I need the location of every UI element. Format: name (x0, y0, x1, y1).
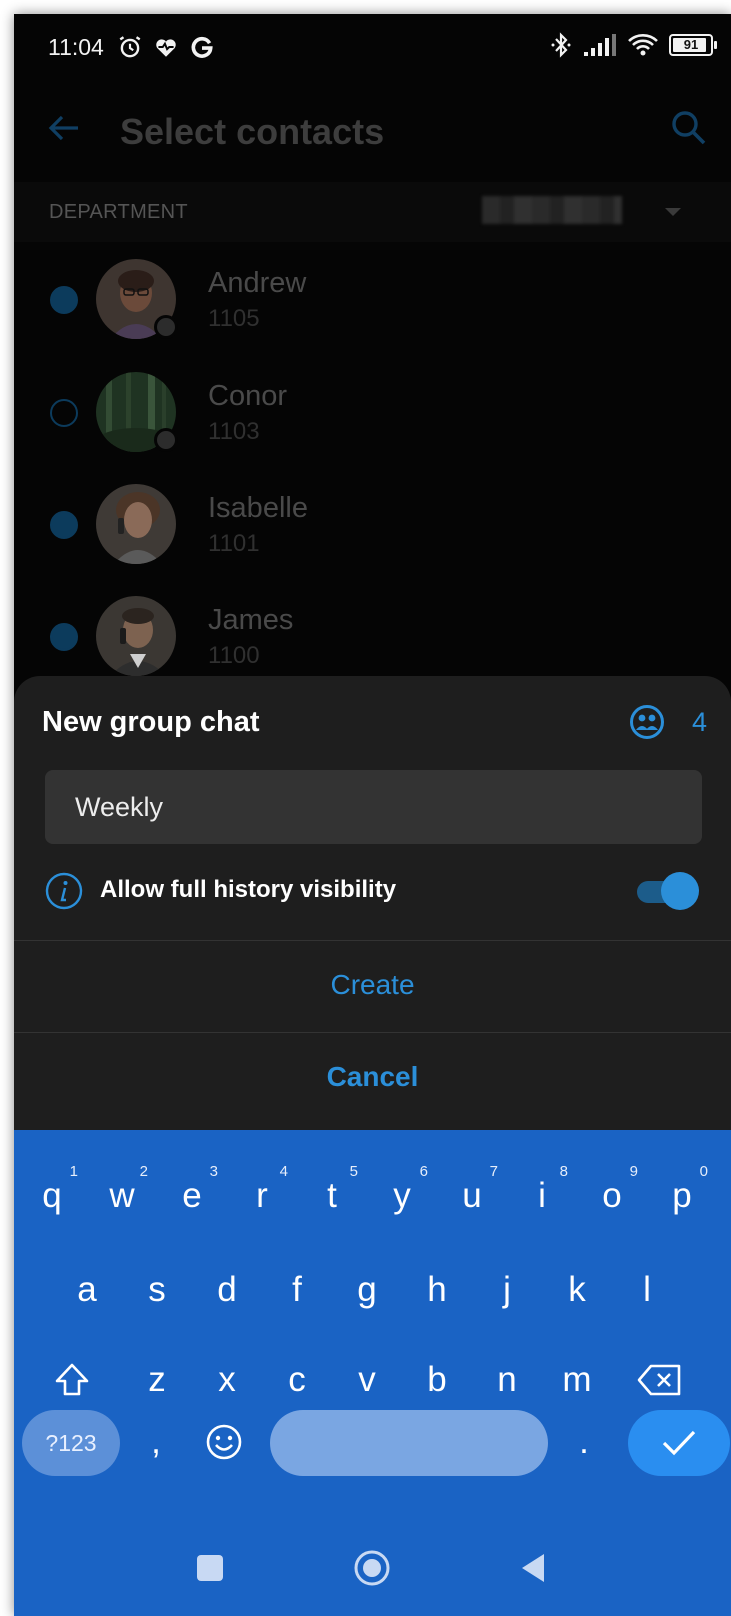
key-c[interactable]: c (267, 1340, 327, 1420)
new-group-chat-sheet: New group chat 4 Weekly Allow full histo… (14, 676, 731, 1130)
emoji-icon (206, 1424, 242, 1460)
backspace-icon (637, 1364, 681, 1396)
key-o[interactable]: o9 (582, 1156, 642, 1236)
member-count: 4 (691, 707, 707, 737)
bluetooth-icon (551, 32, 571, 58)
avatar (96, 596, 176, 676)
backspace-key[interactable] (626, 1340, 694, 1420)
recents-square-icon[interactable] (186, 1544, 234, 1592)
status-time: 11:04 (48, 34, 104, 60)
key-p[interactable]: p0 (652, 1156, 712, 1236)
status-bar: 11:04 91 (14, 14, 731, 84)
contact-select-radio[interactable] (50, 511, 78, 539)
emoji-key[interactable] (194, 1402, 254, 1482)
info-icon[interactable] (45, 872, 83, 910)
contact-row-isabelle[interactable]: Isabelle 1101 (14, 484, 731, 594)
keyboard-row-4: ?123 , . (14, 1410, 731, 1476)
wifi-icon (628, 34, 658, 56)
department-filter[interactable]: DEPARTMENT (14, 182, 731, 242)
group-members-icon (630, 705, 664, 739)
key-r[interactable]: r4 (232, 1156, 292, 1236)
presence-dot (154, 428, 178, 452)
g-app-icon (191, 36, 213, 58)
back-triangle-icon[interactable] (510, 1544, 558, 1592)
contact-row-conor[interactable]: Conor 1103 (14, 372, 731, 482)
contact-select-radio[interactable] (50, 399, 78, 427)
contact-extension: 1100 (208, 642, 260, 669)
cancel-button[interactable]: Cancel (14, 1032, 731, 1122)
history-visibility-label: Allow full history visibility (100, 876, 397, 903)
key-l[interactable]: l (617, 1250, 677, 1330)
key-d[interactable]: d (197, 1250, 257, 1330)
symbols-key[interactable]: ?123 (22, 1410, 120, 1476)
signal-icon (584, 34, 616, 56)
key-e[interactable]: e3 (162, 1156, 222, 1236)
comma-key[interactable]: , (126, 1402, 186, 1482)
key-v[interactable]: v (337, 1340, 397, 1420)
space-bar[interactable] (270, 1410, 548, 1476)
soft-keyboard: q1 w2 e3 r4 t5 y6 u7 i8 o9 p0 a s d f g … (14, 1130, 731, 1616)
key-g[interactable]: g (337, 1250, 397, 1330)
back-arrow-icon[interactable] (44, 108, 84, 148)
keyboard-row-2: a s d f g h j k l (14, 1250, 731, 1330)
department-value-blurred (482, 196, 622, 224)
contact-select-radio[interactable] (50, 286, 78, 314)
department-label: DEPARTMENT (49, 201, 188, 223)
contact-row-andrew[interactable]: Andrew 1105 (14, 259, 731, 369)
key-j[interactable]: j (477, 1250, 537, 1330)
phone-screen: 11:04 91 Select contacts DEPARTMENT Andr… (14, 14, 731, 1616)
key-i[interactable]: i8 (512, 1156, 572, 1236)
toggle-thumb (661, 872, 699, 910)
key-q[interactable]: q1 (22, 1156, 82, 1236)
key-n[interactable]: n (477, 1340, 537, 1420)
period-key[interactable]: . (554, 1402, 614, 1482)
contact-name: James (208, 604, 294, 636)
key-f[interactable]: f (267, 1250, 327, 1330)
system-nav-bar (14, 1520, 731, 1616)
shift-key[interactable] (40, 1340, 104, 1420)
contact-extension: 1101 (208, 530, 260, 557)
key-y[interactable]: y6 (372, 1156, 432, 1236)
shift-icon (55, 1363, 89, 1396)
contact-name: Conor (208, 380, 287, 412)
search-icon[interactable] (669, 108, 709, 148)
status-right-icons: 91 (549, 32, 717, 58)
history-visibility-toggle[interactable] (637, 872, 699, 910)
keyboard-row-1: q1 w2 e3 r4 t5 y6 u7 i8 o9 p0 (14, 1156, 731, 1236)
key-b[interactable]: b (407, 1340, 467, 1420)
keyboard-row-3: z x c v b n m (14, 1340, 731, 1420)
battery-indicator: 91 (669, 34, 717, 56)
contact-name: Isabelle (208, 492, 308, 524)
key-k[interactable]: k (547, 1250, 607, 1330)
checkmark-icon (662, 1430, 696, 1456)
contact-name: Andrew (208, 267, 307, 299)
key-a[interactable]: a (57, 1250, 117, 1330)
group-name-input[interactable]: Weekly (45, 770, 702, 844)
key-s[interactable]: s (127, 1250, 187, 1330)
contact-select-radio[interactable] (50, 623, 78, 651)
key-t[interactable]: t5 (302, 1156, 362, 1236)
heart-rate-icon (156, 39, 176, 57)
home-circle-icon[interactable] (348, 1544, 396, 1592)
key-h[interactable]: h (407, 1250, 467, 1330)
contact-extension: 1103 (208, 418, 260, 445)
sheet-title: New group chat (42, 706, 260, 738)
key-u[interactable]: u7 (442, 1156, 502, 1236)
page-title: Select contacts (120, 111, 385, 152)
status-left-icons (117, 34, 215, 60)
contact-extension: 1105 (208, 305, 260, 332)
enter-key[interactable] (628, 1410, 730, 1476)
app-bar: Select contacts (14, 84, 731, 182)
chevron-down-icon[interactable] (661, 200, 685, 224)
alarm-icon (119, 36, 141, 58)
battery-level: 91 (683, 37, 699, 52)
create-button[interactable]: Create (14, 940, 731, 1030)
key-w[interactable]: w2 (92, 1156, 152, 1236)
avatar (96, 484, 176, 564)
presence-dot (154, 315, 178, 339)
